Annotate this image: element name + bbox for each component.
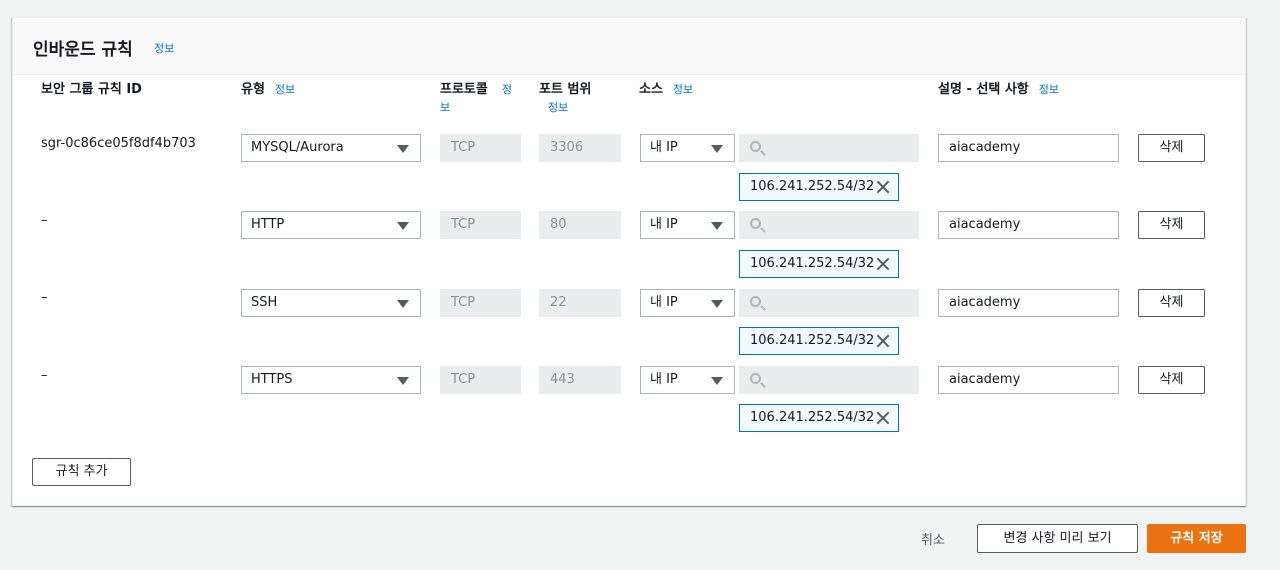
cidr-token: 106.241.252.54/32 <box>739 327 899 355</box>
cidr-token: 106.241.252.54/32 <box>739 404 899 432</box>
delete-button[interactable]: 삭제 <box>1138 211 1205 239</box>
cidr-token-label: 106.241.252.54/32 <box>750 333 875 348</box>
cidr-token-label: 106.241.252.54/32 <box>750 179 875 194</box>
protocol-field: TCP <box>440 366 521 394</box>
cidr-search-input[interactable] <box>739 289 919 317</box>
type-select[interactable]: HTTPS <box>241 366 421 394</box>
source-type-select[interactable]: 내 IP <box>640 289 735 317</box>
port-range-field: 22 <box>539 289 621 317</box>
inbound-rules-panel: 인바운드 규칙 정보 보안 그룹 규칙 ID 유형 정보 프로토콜 정 보 포트 범… <box>12 17 1246 506</box>
col-header-port-range: 포트 범위 정보 <box>539 81 591 117</box>
type-select[interactable]: MYSQL/Aurora <box>241 134 421 162</box>
col-header-type-label: 유형 <box>241 82 265 97</box>
close-icon[interactable] <box>876 411 890 425</box>
type-select-value: HTTPS <box>251 372 293 387</box>
source-type-select[interactable]: 내 IP <box>640 211 735 239</box>
protocol-field: TCP <box>440 289 521 317</box>
type-info-link[interactable]: 정보 <box>275 83 295 96</box>
source-type-value: 내 IP <box>650 295 678 310</box>
description-input[interactable]: aiacademy <box>938 289 1119 317</box>
search-icon <box>750 141 761 152</box>
search-icon <box>750 218 761 229</box>
col-header-rule-id-label: 보안 그룹 규칙 ID <box>41 82 142 97</box>
preview-changes-button[interactable]: 변경 사항 미리 보기 <box>977 524 1138 553</box>
type-select-value: SSH <box>251 295 278 310</box>
port-info-link[interactable]: 정보 <box>548 101 568 114</box>
source-type-value: 내 IP <box>650 217 678 232</box>
col-header-source-label: 소스 <box>639 82 663 97</box>
search-icon <box>750 296 761 307</box>
col-header-description-label: 설명 - 선택 사항 <box>938 82 1029 97</box>
caret-down-icon <box>711 145 723 153</box>
caret-down-icon <box>711 222 723 230</box>
panel-header: 인바운드 규칙 정보 <box>13 18 1245 75</box>
type-select[interactable]: HTTP <box>241 211 421 239</box>
col-header-rule-id: 보안 그룹 규칙 ID <box>41 81 142 99</box>
source-type-select[interactable]: 내 IP <box>640 366 735 394</box>
caret-down-icon <box>711 377 723 385</box>
description-info-link[interactable]: 정보 <box>1039 83 1059 96</box>
col-header-protocol: 프로토콜 정 보 <box>440 81 522 117</box>
col-header-description: 설명 - 선택 사항 정보 <box>938 81 1059 99</box>
title-info-link[interactable]: 정보 <box>154 40 174 56</box>
rule-id: – <box>41 368 48 383</box>
protocol-info-link-a[interactable]: 정 <box>502 83 512 96</box>
caret-down-icon <box>397 145 409 153</box>
caret-down-icon <box>397 300 409 308</box>
rule-id: sgr-0c86ce05f8df4b703 <box>41 136 196 151</box>
type-select-value: MYSQL/Aurora <box>251 140 344 155</box>
delete-button[interactable]: 삭제 <box>1138 289 1205 317</box>
close-icon[interactable] <box>876 180 890 194</box>
cidr-token: 106.241.252.54/32 <box>739 173 899 201</box>
col-header-source: 소스 정보 <box>639 81 693 99</box>
protocol-info-link-b[interactable]: 보 <box>440 101 450 114</box>
source-type-value: 내 IP <box>650 372 678 387</box>
add-rule-button[interactable]: 규칙 추가 <box>32 458 131 486</box>
col-header-protocol-label: 프로토콜 <box>440 82 488 97</box>
description-input[interactable]: aiacademy <box>938 366 1119 394</box>
close-icon[interactable] <box>876 257 890 271</box>
protocol-field: TCP <box>440 211 521 239</box>
delete-button[interactable]: 삭제 <box>1138 366 1205 394</box>
port-range-field: 3306 <box>539 134 621 162</box>
cidr-search-input[interactable] <box>739 134 919 162</box>
panel-title: 인바운드 규칙 <box>33 40 133 60</box>
save-rules-button[interactable]: 규칙 저장 <box>1147 524 1246 553</box>
source-type-value: 내 IP <box>650 140 678 155</box>
cidr-token: 106.241.252.54/32 <box>739 250 899 278</box>
type-select-value: HTTP <box>251 217 285 232</box>
caret-down-icon <box>711 300 723 308</box>
source-type-select[interactable]: 내 IP <box>640 134 735 162</box>
delete-button[interactable]: 삭제 <box>1138 134 1205 162</box>
caret-down-icon <box>397 377 409 385</box>
description-input[interactable]: aiacademy <box>938 211 1119 239</box>
type-select[interactable]: SSH <box>241 289 421 317</box>
cidr-search-input[interactable] <box>739 211 919 239</box>
port-range-field: 443 <box>539 366 621 394</box>
cidr-token-label: 106.241.252.54/32 <box>750 410 875 425</box>
close-icon[interactable] <box>876 334 890 348</box>
description-input[interactable]: aiacademy <box>938 134 1119 162</box>
cidr-token-label: 106.241.252.54/32 <box>750 256 875 271</box>
source-info-link[interactable]: 정보 <box>673 83 693 96</box>
rule-id: – <box>41 290 48 305</box>
col-header-port-range-label: 포트 범위 <box>539 82 592 97</box>
col-header-type: 유형 정보 <box>241 81 295 99</box>
rule-id: – <box>41 213 48 228</box>
search-icon <box>750 373 761 384</box>
cidr-search-input[interactable] <box>739 366 919 394</box>
protocol-field: TCP <box>440 134 521 162</box>
caret-down-icon <box>397 222 409 230</box>
cancel-link[interactable]: 취소 <box>921 529 945 548</box>
port-range-field: 80 <box>539 211 621 239</box>
